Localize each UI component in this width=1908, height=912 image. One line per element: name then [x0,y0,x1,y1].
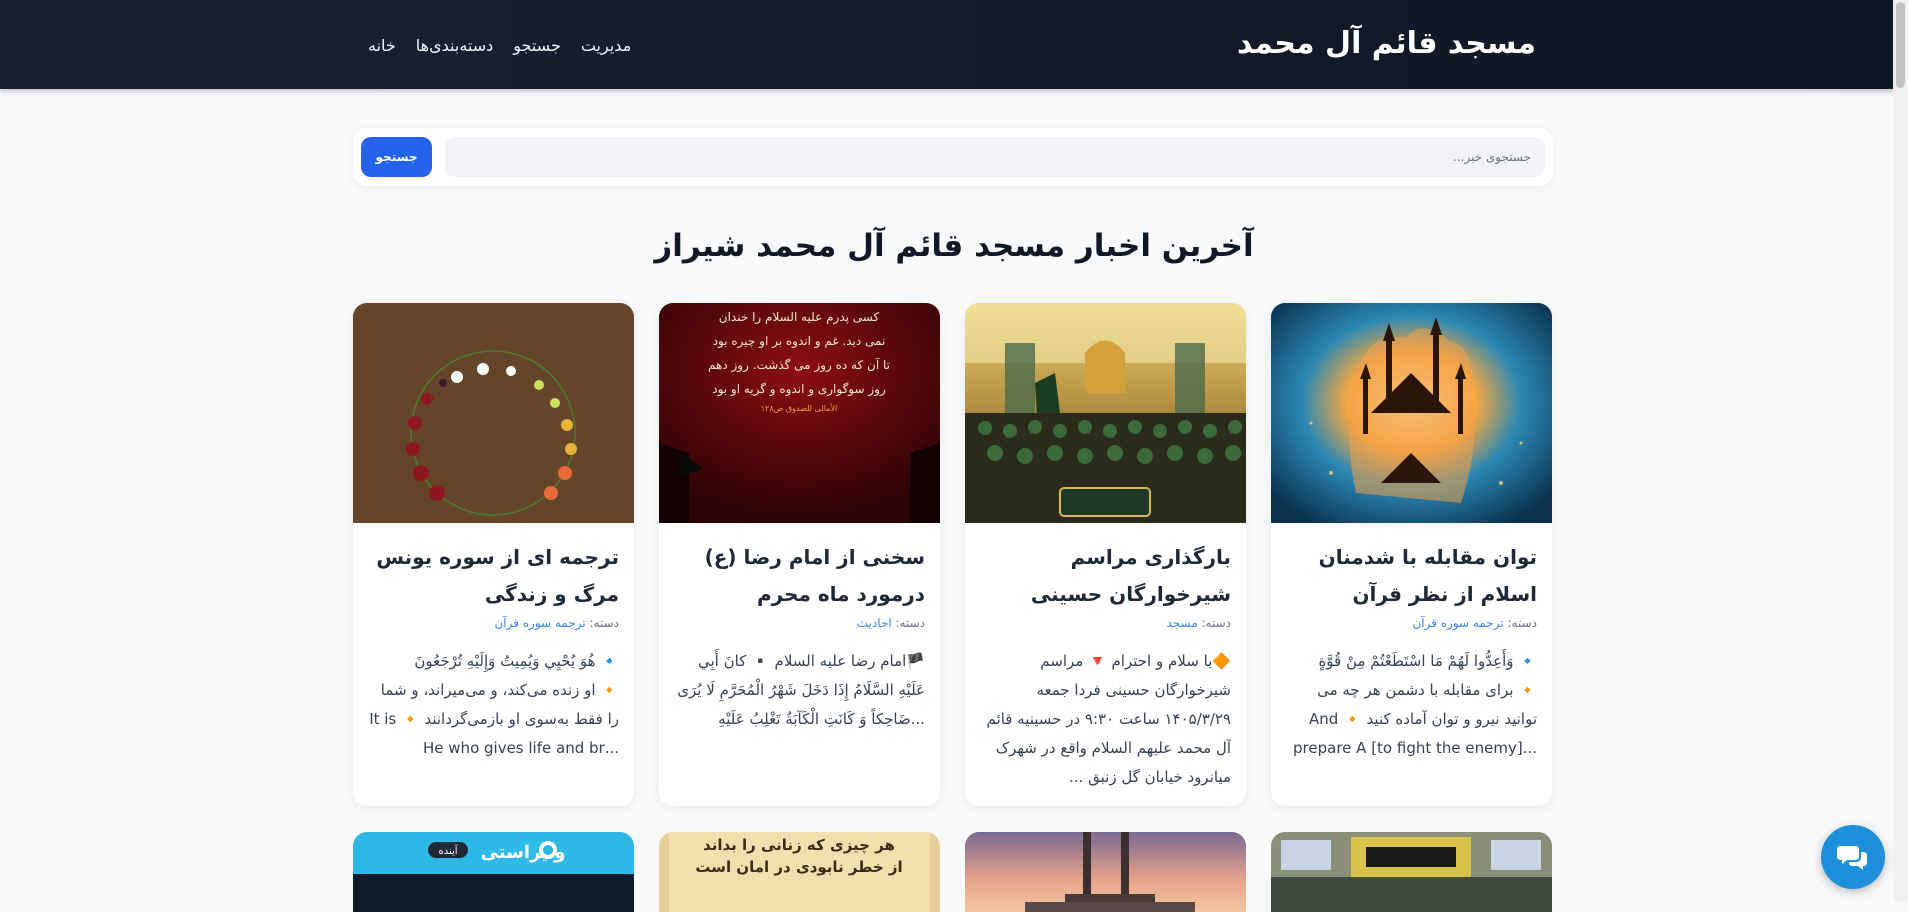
scrollbar[interactable] [1893,0,1908,902]
category-prefix: دسته: [895,616,926,630]
navbar: مسجد قائم آل محمد خانه دسته‌بندی‌ها جستج… [0,0,1908,89]
image-text: روز سوگواری و اندوه و گریه او بود [712,382,886,397]
excerpt-line: ...He who gives life and br [423,739,619,757]
category-prefix: دسته: [1201,616,1232,630]
card-category-link[interactable]: ترجمه سوره قرآن [1412,616,1503,630]
card-meta: دسته: ترجمه سوره قرآن [1286,614,1537,632]
news-card-image-shrine-crowd[interactable] [1271,832,1552,912]
excerpt-line: آل محمد علیهم السلام واقع در شهرک [995,739,1231,757]
image-text: الأمالی للصدوق ص۱۲۸ [761,403,838,413]
nav-link-home[interactable]: خانه [368,36,396,55]
nav-link-admin[interactable]: مدیریت [581,36,631,55]
nav-links: خانه دسته‌بندی‌ها جستجو مدیریت [368,32,631,58]
chat-bubbles-icon [1837,846,1867,870]
chat-button[interactable] [1821,825,1885,889]
nav-link-search[interactable]: جستجو [513,36,561,55]
search-input[interactable] [445,137,1545,177]
category-prefix: دسته: [1507,616,1538,630]
scrollbar-thumb[interactable] [1896,2,1905,88]
excerpt-line: را فقط به‌سوی او بازمی‌گردانند 🔸 It is [369,710,619,728]
image-text: کسی پدرم علیه السلام را خندان [719,310,880,325]
card-excerpt: 🔹 هُوَ يُحْيِي وَيُمِيتُ وَإِلَيْهِ تُرْ… [368,647,619,763]
page-title: آخرین اخبار مسجد قائم آل محمد شیراز [654,228,1254,264]
news-card[interactable]: کسی پدرم علیه السلام را خندان نمی دید. غ… [659,303,940,806]
card-category-link[interactable]: ترجمه سوره قرآن [494,616,585,630]
excerpt-line: 🏴امام رضا علیه السلام ▪️ كانَ أَبِي [698,652,925,670]
news-card-image-mosque-sunset[interactable] [965,832,1246,912]
card-meta: دسته: مسجد [980,614,1231,632]
card-title[interactable]: سخنی از امام رضا (ع) درمورد ماه محرم [674,539,925,613]
card-title[interactable]: توان مقابله با شدمنان اسلام از نظر قرآن [1286,539,1537,613]
news-card[interactable]: بارگذاری مراسم شیرخوارگان حسینی دسته: مس… [965,303,1246,806]
news-card[interactable]: توان مقابله با شدمنان اسلام از نظر قرآن … [1271,303,1552,806]
banner-badge: آینده [438,844,458,857]
search-bar: جستجو [353,128,1553,186]
card-excerpt: 🔹 وَأَعِدُّوا لَهُمْ مَا اسْتَطَعْتُمْ م… [1286,647,1537,763]
excerpt-line: 🔸 برای مقابله با دشمن هر چه می [1317,681,1537,699]
excerpt-line: توانید نیرو و توان آماده کنید 🔸 And [1309,710,1537,728]
card-category-link[interactable]: احادیث [857,616,892,630]
news-card[interactable]: ترجمه ای از سوره یونس مرگ و زندگی دسته: … [353,303,634,806]
card-category-link[interactable]: مسجد [1166,616,1197,630]
news-card-image-parchment-hadith[interactable]: هر چیزی که زنانی را بداند از خطر نابودی … [659,832,940,912]
image-text: تا آن که ده روز می گذشت. روز دهم [708,357,890,373]
card-excerpt: 🔶با سلام و احترام 🔻 مراسم شیرخوارگان حسی… [980,647,1231,792]
search-button[interactable]: جستجو [361,137,432,177]
card-image-fruit-circle[interactable] [353,303,634,523]
excerpt-line: ...ضَاحِكاً وَ كَانَتِ الْكَآبَةُ تَغْلِ… [718,710,925,728]
excerpt-line: 🔹 هُوَ يُحْيِي وَيُمِيتُ وَإِلَيْهِ تُرْ… [414,652,619,670]
card-title[interactable]: ترجمه ای از سوره یونس مرگ و زندگی [368,539,619,613]
excerpt-line: شیرخوارگان حسینی فردا جمعه [1036,681,1231,699]
excerpt-line: ۱۴۰۵/۳/۲۹ ساعت ۹:۳۰ در حسینیه قائم [986,710,1231,728]
image-text: نمی دید. غم و اندوه بر او چیره بود [713,334,886,349]
excerpt-line: 🔸 او زنده می‌کند، و می‌میراند، و شما [380,681,619,699]
parchment-text: هر چیزی که زنانی را بداند [703,836,895,855]
news-card-image-vira-banner[interactable]: آینده و یراستی [353,832,634,912]
category-prefix: دسته: [589,616,620,630]
excerpt-line: میانرود خیابان گل زنبق ... [1069,768,1231,786]
card-image-muharram-hadith[interactable]: کسی پدرم علیه السلام را خندان نمی دید. غ… [659,303,940,523]
nav-link-categories[interactable]: دسته‌بندی‌ها [416,36,493,55]
brand-title[interactable]: مسجد قائم آل محمد [1237,24,1536,64]
excerpt-line: عَلَيْهِ السَّلَامُ إِذَا دَخَلَ شَهْرُ … [677,681,925,699]
excerpt-line: 🔹 وَأَعِدُّوا لَهُمْ مَا اسْتَطَعْتُمْ م… [1318,652,1537,670]
card-title[interactable]: بارگذاری مراسم شیرخوارگان حسینی [980,539,1231,613]
card-image-ceremony-poster[interactable] [965,303,1246,523]
card-meta: دسته: احادیث [674,614,925,632]
excerpt-line: 🔶با سلام و احترام 🔻 مراسم [1040,652,1231,670]
parchment-text: از خطر نابودی در امان است [695,858,902,876]
excerpt-line: ...[to fight the enemy] prepare A [1293,739,1537,757]
card-image-fist-missiles[interactable] [1271,303,1552,523]
card-excerpt: 🏴امام رضا علیه السلام ▪️ كانَ أَبِي عَلَ… [674,647,925,734]
card-meta: دسته: ترجمه سوره قرآن [368,614,619,632]
